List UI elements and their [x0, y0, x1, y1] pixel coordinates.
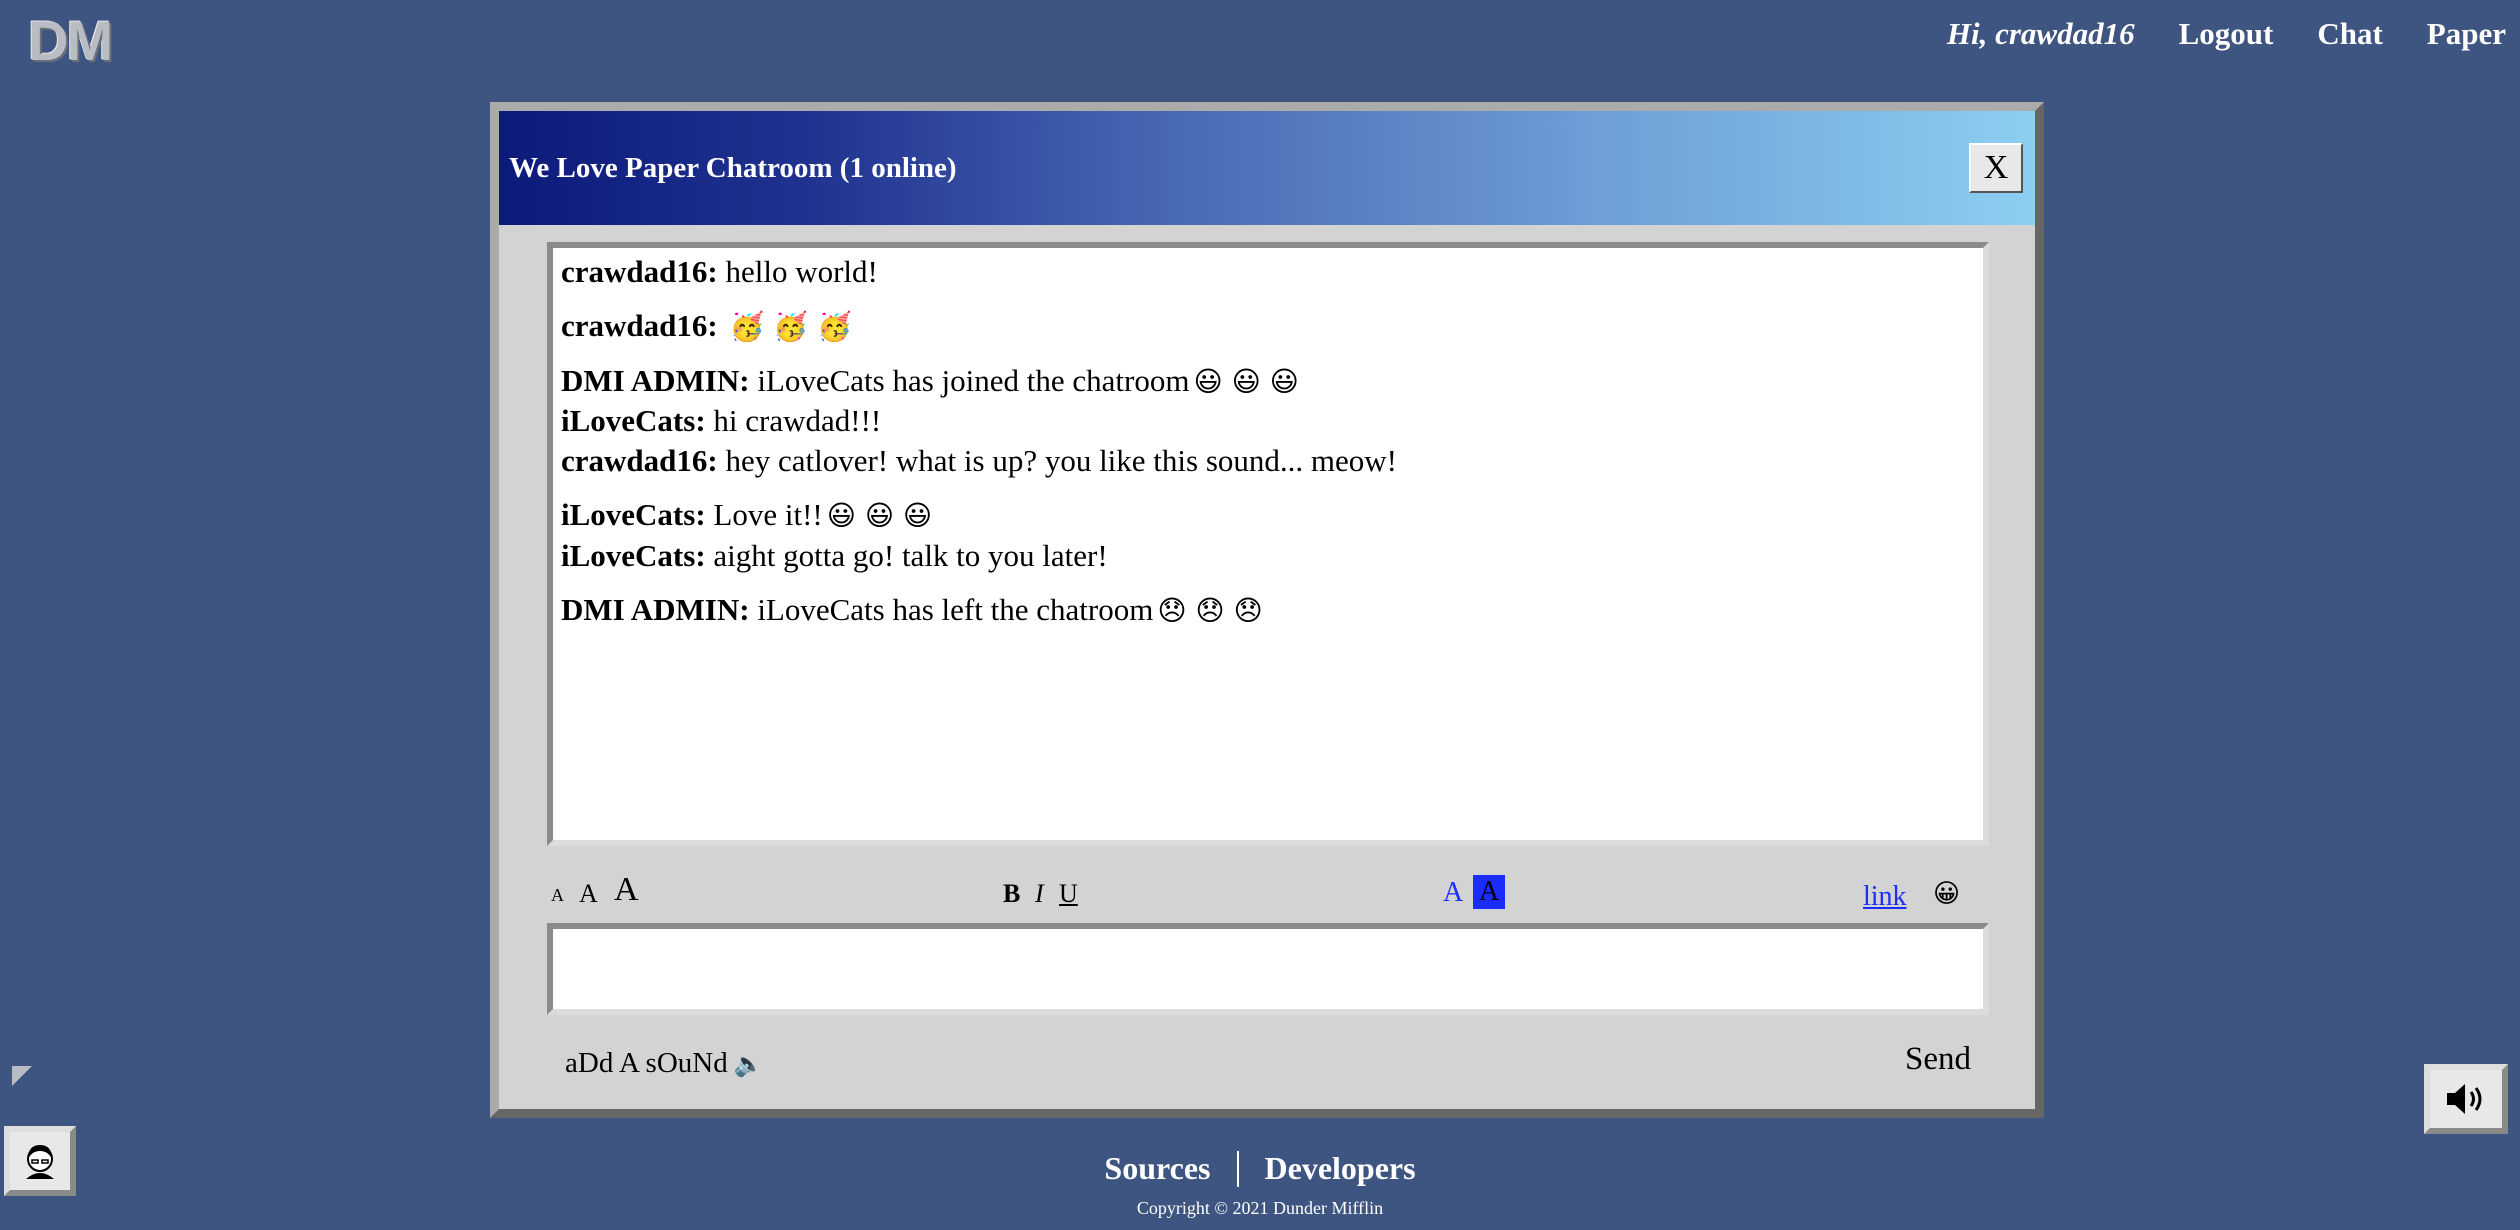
message-author: crawdad16: — [561, 254, 718, 289]
message-emoji: 😃 😃 😃 — [1193, 364, 1299, 398]
chat-message: iLoveCats: hi crawdad!!! — [561, 401, 1975, 441]
message-text: Love it!! — [713, 497, 823, 533]
chat-message: crawdad16: hello world! — [561, 252, 1975, 292]
message-text: hey catlover! what is up? you like this … — [725, 443, 1397, 479]
message-author: crawdad16: — [561, 443, 718, 479]
sources-link[interactable]: Sources — [1078, 1150, 1236, 1187]
logout-link[interactable]: Logout — [2179, 16, 2274, 52]
message-input[interactable] — [547, 923, 1989, 1015]
message-text: hi crawdad!!! — [713, 402, 882, 438]
add-sound-label: aDd A sOuNd — [565, 1047, 728, 1079]
footer-links: Sources Developers — [0, 1150, 2520, 1187]
message-list[interactable]: crawdad16: hello world! crawdad16: 🥳 🥳 🥳 D… — [547, 242, 1989, 846]
message-author: iLoveCats: — [561, 537, 706, 573]
chat-message: iLoveCats: Love it!! 😃 😃 😃 — [561, 495, 1975, 535]
bold-button[interactable]: B — [1003, 879, 1020, 909]
volume-button[interactable] — [2424, 1064, 2508, 1134]
highlight-color-button[interactable]: A — [1473, 875, 1506, 909]
chat-message: crawdad16: hey catlover! what is up? you… — [561, 441, 1975, 481]
chat-message: crawdad16: 🥳 🥳 🥳 — [561, 306, 1975, 346]
message-author: DMI ADMIN: — [561, 592, 750, 628]
message-text: hello world! — [725, 254, 878, 289]
message-author: DMI ADMIN: — [561, 362, 750, 398]
chat-message: DMI ADMIN: iLoveCats has joined the chat… — [561, 361, 1975, 401]
chat-title: We Love Paper Chatroom (1 online) — [509, 151, 957, 184]
send-button[interactable]: Send — [1905, 1041, 1971, 1078]
close-button[interactable]: X — [1969, 143, 2023, 193]
chat-message: iLoveCats: aight gotta go! talk to you l… — [561, 536, 1975, 576]
chat-message: DMI ADMIN: iLoveCats has left the chatro… — [561, 590, 1975, 630]
copyright: Copyright © 2021 Dunder Mifflin — [1136, 1198, 1384, 1218]
message-text: iLoveCats has left the chatroom — [757, 592, 1154, 628]
message-author: iLoveCats: — [561, 402, 706, 438]
text-color-button[interactable]: A — [1443, 877, 1463, 909]
chat-link[interactable]: Chat — [2317, 16, 2382, 52]
corner-arrow-icon[interactable] — [12, 1066, 32, 1086]
chat-window: We Love Paper Chatroom (1 online) X craw… — [490, 102, 2044, 1118]
font-size-medium-button[interactable]: A — [579, 879, 598, 909]
avatar-icon — [26, 1145, 54, 1179]
message-emoji: 🥳 🥳 🥳 — [729, 310, 852, 344]
underline-button[interactable]: U — [1059, 879, 1078, 909]
insert-link-button[interactable]: link — [1863, 881, 1907, 913]
logo: DM — [28, 9, 113, 72]
message-text: iLoveCats has joined the chatroom — [757, 362, 1190, 398]
font-size-large-button[interactable]: A — [614, 871, 639, 909]
volume-icon — [2447, 1084, 2482, 1114]
message-author: iLoveCats: — [561, 497, 706, 533]
paper-link[interactable]: Paper — [2427, 16, 2506, 52]
italic-button[interactable]: I — [1035, 879, 1044, 909]
developers-link[interactable]: Developers — [1239, 1150, 1442, 1187]
message-author: crawdad16: — [561, 308, 718, 344]
emoji-picker-icon[interactable]: 😀 — [1933, 879, 1960, 909]
add-sound-button[interactable]: aDd A sOuNd 🔈 — [565, 1047, 764, 1080]
avatar-button[interactable] — [4, 1126, 76, 1196]
chat-titlebar[interactable]: We Love Paper Chatroom (1 online) X — [499, 111, 2035, 225]
greeting: Hi, crawdad16 — [1946, 16, 2135, 51]
font-size-small-button[interactable]: A — [551, 885, 564, 906]
format-toolbar: A A A B I U A A link 😀 — [551, 871, 1983, 915]
message-emoji: 😃 😃 😃 — [826, 499, 933, 533]
message-text: aight gotta go! talk to you later! — [713, 537, 1108, 573]
speaker-icon: 🔈 — [733, 1050, 764, 1078]
message-emoji: 😞 😞 😞 — [1157, 594, 1263, 628]
top-nav: Hi, crawdad16 Logout Chat Paper — [1947, 16, 2506, 52]
